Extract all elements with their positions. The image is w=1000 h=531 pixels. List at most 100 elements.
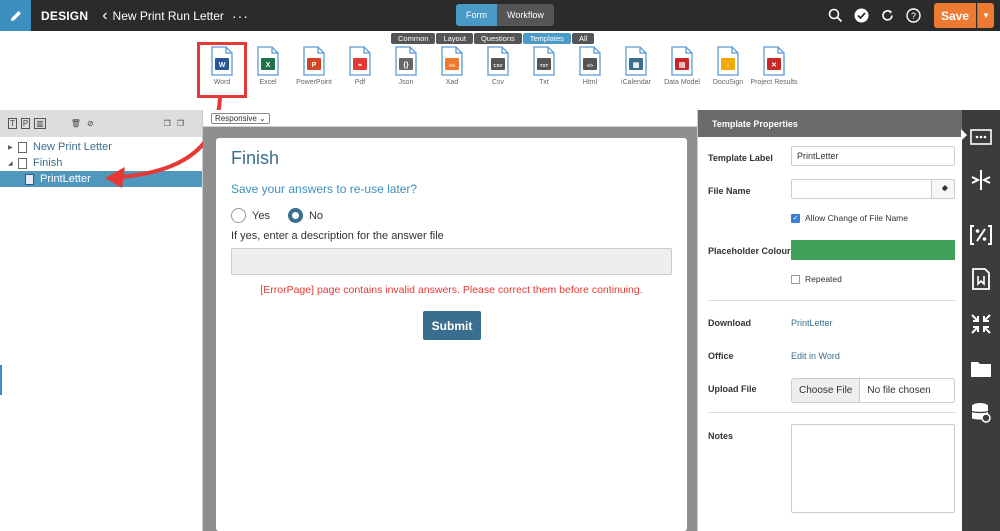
database-settings-icon[interactable]	[969, 402, 993, 424]
refresh-icon[interactable]	[879, 7, 896, 24]
save-button[interactable]: Save	[934, 3, 976, 28]
tool-badge-mark: ✕	[771, 62, 777, 69]
submit-button[interactable]: Submit	[423, 311, 481, 340]
compress-icon[interactable]	[969, 313, 993, 335]
divider	[708, 412, 955, 413]
template-label-input[interactable]: PrintLetter	[791, 146, 955, 166]
data-model-file-icon: ▤	[671, 46, 693, 76]
allow-change-checkbox[interactable]: ✓ Allow Change of File Name	[791, 213, 908, 223]
brand-label: DESIGN	[41, 8, 89, 23]
notes-textarea[interactable]	[791, 424, 955, 513]
repeated-label: Repeated	[805, 274, 842, 284]
view-select-value: Responsive	[215, 113, 257, 123]
pencil-icon[interactable]	[0, 0, 31, 31]
tool-label: Xad	[445, 79, 459, 86]
view-select[interactable]: Responsive ⌄	[211, 112, 270, 124]
txt-file-icon: TXT	[533, 46, 555, 76]
more-menu-icon[interactable]: ···	[232, 8, 249, 24]
search-icon[interactable]	[827, 7, 844, 24]
download-link[interactable]: PrintLetter	[791, 318, 833, 328]
columns-icon[interactable]: ▥	[34, 118, 46, 129]
canvas-area: Responsive ⌄ Finish Save your answers to…	[203, 110, 697, 531]
tool-label: Txt	[539, 79, 549, 86]
ellipsis-box-icon[interactable]	[969, 126, 993, 148]
tool-excel[interactable]: X Excel	[245, 46, 291, 86]
upload-file-control[interactable]: Choose File No file chosen	[791, 378, 955, 403]
edit-in-word-link[interactable]: Edit in Word	[791, 351, 840, 361]
tool-data-model[interactable]: ▤ Data Model	[659, 46, 705, 86]
form-mode-button[interactable]: Form	[456, 4, 497, 26]
pin-icon[interactable]	[931, 179, 955, 199]
placeholder-colour-swatch[interactable]	[791, 240, 955, 260]
checkbox-empty-icon	[791, 274, 800, 284]
project-results-file-icon: ✕	[763, 46, 785, 76]
no-file-text: No file chosen	[867, 385, 931, 396]
tool-label: Csv	[491, 79, 505, 86]
help-icon[interactable]: ?	[905, 7, 922, 24]
filter-all[interactable]: All	[571, 33, 595, 44]
tool-json[interactable]: {} Json	[383, 46, 429, 86]
page-icon[interactable]: P	[20, 118, 31, 129]
filter-questions[interactable]: Questions	[473, 33, 522, 44]
no-radio[interactable]	[287, 208, 303, 223]
tool-docusign[interactable]: ↓ DocuSign	[705, 46, 751, 86]
tool-html[interactable]: </> Html	[567, 46, 613, 86]
text-icon[interactable]: T	[8, 118, 17, 129]
collapse-icon[interactable]: ◢	[8, 160, 18, 167]
bookmark-doc-icon[interactable]	[969, 268, 993, 290]
save-dropdown-icon[interactable]: ▼	[977, 3, 994, 28]
tool-badge-mark: ▦	[633, 62, 640, 69]
tool-csv[interactable]: CSV Csv	[475, 46, 521, 86]
repeated-checkbox[interactable]: Repeated	[791, 274, 842, 284]
tool-icalendar[interactable]: ▦ iCalendar	[613, 46, 659, 86]
workflow-mode-button[interactable]: Workflow	[497, 4, 554, 26]
description-label: If yes, enter a description for the answ…	[231, 230, 444, 242]
file-name-input[interactable]	[791, 179, 932, 199]
properties-header: Template Properties	[698, 110, 962, 137]
tool-badge-mark: {}	[403, 62, 409, 69]
tool-label: PowerPoint	[296, 79, 332, 86]
tool-badge-mark: ⌁	[358, 62, 362, 69]
description-input[interactable]	[231, 248, 672, 275]
tool-badge-mark: X	[266, 62, 271, 69]
download-label: Download	[708, 318, 751, 328]
yes-radio[interactable]	[231, 208, 246, 223]
template-label-label: Template Label	[708, 153, 773, 163]
divider	[708, 300, 955, 301]
tool-badge-mark: ▤	[679, 62, 686, 69]
save-answers-question: Save your answers to re-use later?	[231, 182, 418, 196]
filter-templates[interactable]: Templates	[522, 33, 571, 44]
powerpoint-file-icon: P	[303, 46, 325, 76]
html-file-icon: </>	[579, 46, 601, 76]
page-doc-icon	[18, 157, 27, 169]
check-circle-icon[interactable]	[853, 7, 870, 24]
tool-label: Json	[398, 79, 414, 86]
tool-label: Pdf	[354, 79, 366, 86]
checkbox-checked-icon: ✓	[791, 213, 800, 223]
tool-powerpoint[interactable]: P PowerPoint	[291, 46, 337, 86]
choose-file-button[interactable]: Choose File	[792, 379, 861, 402]
xad-file-icon: </>	[441, 46, 463, 76]
tool-xad[interactable]: </> Xad	[429, 46, 475, 86]
filter-layout[interactable]: Layout	[436, 33, 473, 44]
tool-project-results[interactable]: ✕ Project Results	[750, 46, 798, 86]
page-doc-icon	[18, 141, 27, 153]
hide-icon[interactable]: ⊘	[86, 119, 95, 128]
tool-badge-mark: P	[312, 62, 317, 69]
trash-icon[interactable]: 🗑	[70, 119, 82, 128]
right-rail	[961, 110, 1000, 531]
back-chevron-icon[interactable]: ‹	[102, 7, 107, 25]
tool-txt[interactable]: TXT Txt	[521, 46, 567, 86]
expand-icon[interactable]: ▶	[8, 144, 18, 151]
pdf-file-icon: ⌁	[349, 46, 371, 76]
tool-label: Excel	[259, 79, 277, 86]
split-icon[interactable]	[969, 169, 993, 191]
top-bar: DESIGN ‹ New Print Run Letter ··· Form W…	[0, 0, 1000, 31]
tool-badge-mark: </>	[449, 63, 456, 68]
filter-common[interactable]: Common	[391, 33, 436, 44]
rail-active-notch	[961, 129, 967, 141]
tool-pdf[interactable]: ⌁ Pdf	[337, 46, 383, 86]
placeholder-colour-label: Placeholder Colour	[708, 246, 791, 256]
percent-doc-icon[interactable]	[969, 224, 993, 246]
folder-icon[interactable]	[969, 358, 993, 380]
